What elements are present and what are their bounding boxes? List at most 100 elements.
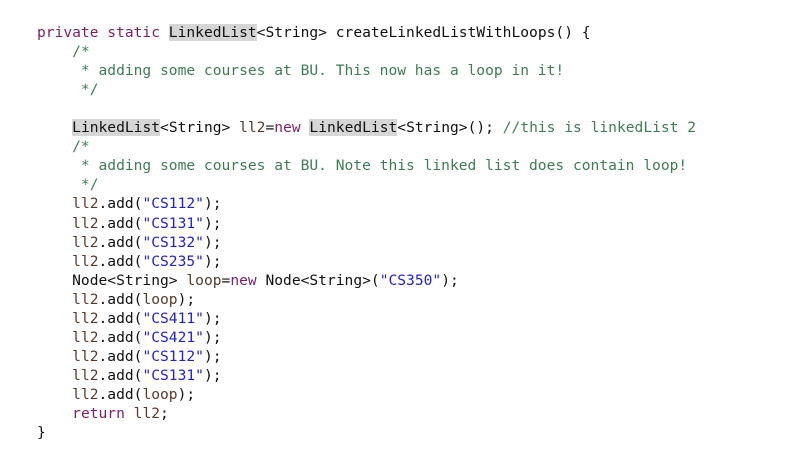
string-literal-token: "CS411" — [142, 309, 204, 327]
comment-token: */ — [37, 81, 99, 99]
variable-token: ll2 — [72, 328, 99, 346]
code-line: ll2.add("CS131"); — [37, 214, 222, 233]
code-text-token: = — [221, 271, 231, 289]
code-line: Node<String> loop=new Node<String>("CS35… — [37, 271, 459, 290]
code-text-token: = — [265, 119, 275, 137]
code-text-token: ); — [203, 328, 222, 346]
code-text-token: ); — [203, 233, 222, 251]
code-text-token: ); — [177, 290, 196, 308]
code-line: LinkedList<String> ll2=new LinkedList<St… — [37, 118, 696, 137]
variable-token: ll2 — [239, 119, 266, 137]
code-line: ll2.add("CS131"); — [37, 366, 222, 385]
code-text-token: ); — [203, 347, 222, 365]
code-line: ll2.add("CS112"); — [37, 347, 222, 366]
variable-token: loop — [142, 385, 178, 403]
comment-token: * adding some courses at BU. Note this l… — [37, 157, 688, 175]
code-line: /* — [37, 42, 90, 61]
comment-token: /* — [37, 43, 90, 61]
code-text-token: .add( — [98, 328, 143, 346]
variable-token: ll2 — [72, 347, 99, 365]
code-text-token: ); — [203, 214, 222, 232]
code-line: ll2.add("CS112"); — [37, 194, 222, 213]
code-line: */ — [37, 80, 99, 99]
variable-token: ll2 — [72, 309, 99, 327]
code-line: ll2.add("CS421"); — [37, 328, 222, 347]
highlighted-type-token: LinkedList — [168, 24, 257, 41]
code-line: ll2.add("CS235"); — [37, 252, 222, 271]
code-text-token: ); — [203, 252, 222, 270]
code-text-token: } — [37, 424, 46, 442]
variable-token: ll2 — [72, 252, 99, 270]
variable-token: ll2 — [133, 405, 161, 422]
code-line: /* — [37, 137, 90, 156]
code-text-token: <String> — [160, 119, 240, 137]
code-text-token: .add( — [98, 385, 143, 403]
keyword-token: return — [72, 405, 125, 422]
code-text-token: .add( — [98, 309, 143, 327]
code-text-token: ; — [160, 405, 169, 422]
code-text-token: ); — [203, 195, 222, 213]
string-literal-token: "CS112" — [142, 347, 204, 365]
string-literal-token: "CS132" — [142, 233, 204, 251]
code-line: ll2.add("CS411"); — [37, 309, 222, 328]
variable-token: ll2 — [72, 214, 99, 232]
code-text-token: ); — [203, 309, 222, 327]
keyword-token: new — [230, 271, 257, 289]
code-text-token: <String> createLinkedListWithLoops() { — [256, 24, 591, 41]
code-line: } — [37, 423, 46, 442]
code-text-token: <String>(); — [397, 119, 503, 137]
variable-token: loop — [186, 271, 222, 289]
code-text-token: Node<String>( — [256, 271, 380, 289]
code-text-token: ); — [441, 271, 459, 289]
code-text-token: .add( — [98, 347, 143, 365]
variable-token: ll2 — [72, 233, 99, 251]
variable-token: loop — [142, 290, 178, 308]
variable-token: ll2 — [72, 290, 99, 308]
string-literal-token: "CS350" — [379, 271, 442, 289]
variable-token: ll2 — [72, 366, 99, 384]
comment-token: //this is linkedList 2 — [502, 119, 697, 137]
comment-token: /* — [37, 138, 90, 156]
comment-token: */ — [37, 176, 99, 194]
string-literal-token: "CS235" — [142, 252, 204, 270]
code-text-token: Node<String> — [37, 271, 187, 289]
code-text-token: .add( — [98, 290, 143, 308]
code-line: * adding some courses at BU. This now ha… — [37, 61, 564, 80]
code-text-token: ); — [203, 366, 222, 384]
keyword-token: private static — [37, 24, 169, 41]
string-literal-token: "CS131" — [142, 214, 204, 232]
code-line: ll2.add("CS132"); — [37, 233, 222, 252]
code-line: return ll2; — [37, 404, 169, 423]
variable-token: ll2 — [72, 195, 99, 213]
code-text-token: .add( — [98, 195, 143, 213]
code-editor: private static LinkedList<String> create… — [0, 20, 810, 461]
code-line: private static LinkedList<String> create… — [37, 23, 591, 42]
string-literal-token: "CS131" — [142, 366, 204, 384]
string-literal-token: "CS112" — [142, 195, 204, 213]
comment-token: * adding some courses at BU. This now ha… — [37, 62, 565, 80]
code-text-token: .add( — [98, 366, 143, 384]
variable-token: ll2 — [72, 385, 99, 403]
highlighted-type-token: LinkedList — [72, 119, 161, 137]
code-line: * adding some courses at BU. Note this l… — [37, 156, 687, 175]
code-text-token: ); — [177, 385, 196, 403]
code-text-token: .add( — [98, 252, 143, 270]
code-text-token: .add( — [98, 233, 143, 251]
highlighted-type-token: LinkedList — [309, 119, 398, 137]
string-literal-token: "CS421" — [142, 328, 204, 346]
code-text-token: .add( — [98, 214, 143, 232]
code-line: ll2.add(loop); — [37, 385, 195, 404]
